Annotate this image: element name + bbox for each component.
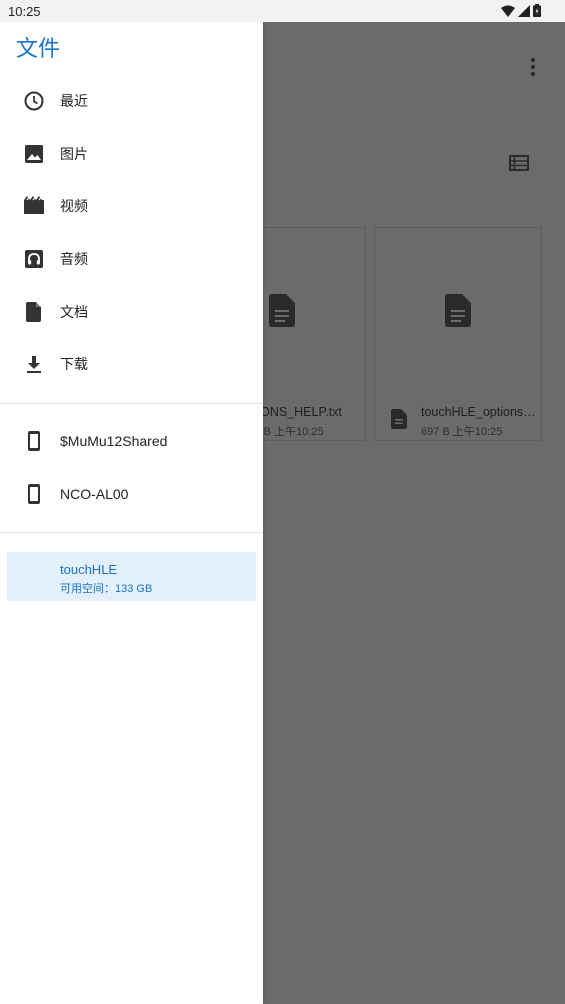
nav-item-documents[interactable]: 文档 <box>0 286 263 338</box>
nav-item-audio[interactable]: 音频 <box>0 233 263 285</box>
divider <box>0 532 263 533</box>
nav-label: 最近 <box>60 93 88 109</box>
status-bar: 10:25 <box>0 0 565 22</box>
nav-item-images[interactable]: 图片 <box>0 128 263 180</box>
nav-item-touchhle[interactable]: touchHLE 可用空间：133 GB <box>7 552 256 601</box>
nav-label: 音频 <box>60 251 88 267</box>
drawer-title: 文件 <box>16 36 61 61</box>
nav-item-device-nco[interactable]: NCO-AL00 <box>0 468 263 520</box>
more-options-icon[interactable] <box>523 56 543 78</box>
file-name: TIONS_HELP.txt <box>249 405 342 419</box>
system-icons <box>501 4 541 17</box>
download-icon <box>27 356 41 373</box>
signal-icon <box>518 4 530 17</box>
file-card[interactable]: touchHLE_options.txt 697 B 上午10:25 <box>374 227 542 441</box>
divider <box>0 403 263 404</box>
phone-icon <box>28 484 40 504</box>
document-icon <box>269 294 295 327</box>
headphones-icon <box>25 250 43 268</box>
nav-label: 视频 <box>60 198 88 214</box>
nav-label: 图片 <box>60 146 88 162</box>
video-icon <box>24 195 44 214</box>
navigation-drawer: 文件 最近 图片 视频 音频 文档 下载 $MuMu12Shared NCO-A… <box>0 22 263 1004</box>
wifi-icon <box>501 5 515 17</box>
clock-icon <box>24 91 44 111</box>
nav-label: 文档 <box>60 304 88 320</box>
nav-label: $MuMu12Shared <box>60 433 168 449</box>
document-small-icon <box>391 409 407 429</box>
nav-item-videos[interactable]: 视频 <box>0 180 263 232</box>
battery-icon <box>533 4 541 17</box>
nav-label: NCO-AL00 <box>60 486 129 502</box>
nav-item-downloads[interactable]: 下载 <box>0 338 263 390</box>
nav-item-device-mumu[interactable]: $MuMu12Shared <box>0 415 263 467</box>
root-free-space: 可用空间：133 GB <box>60 583 153 595</box>
document-icon <box>445 294 471 327</box>
image-icon <box>25 145 43 163</box>
root-title: touchHLE <box>60 562 118 577</box>
document-icon <box>26 302 41 322</box>
phone-icon <box>28 431 40 451</box>
status-time: 10:25 <box>8 4 41 19</box>
list-view-icon[interactable] <box>508 154 530 172</box>
file-name: touchHLE_options.txt <box>421 405 539 419</box>
nav-item-recent[interactable]: 最近 <box>0 75 263 127</box>
nav-label: 下载 <box>60 356 88 372</box>
file-meta: 697 B 上午10:25 <box>421 426 503 438</box>
